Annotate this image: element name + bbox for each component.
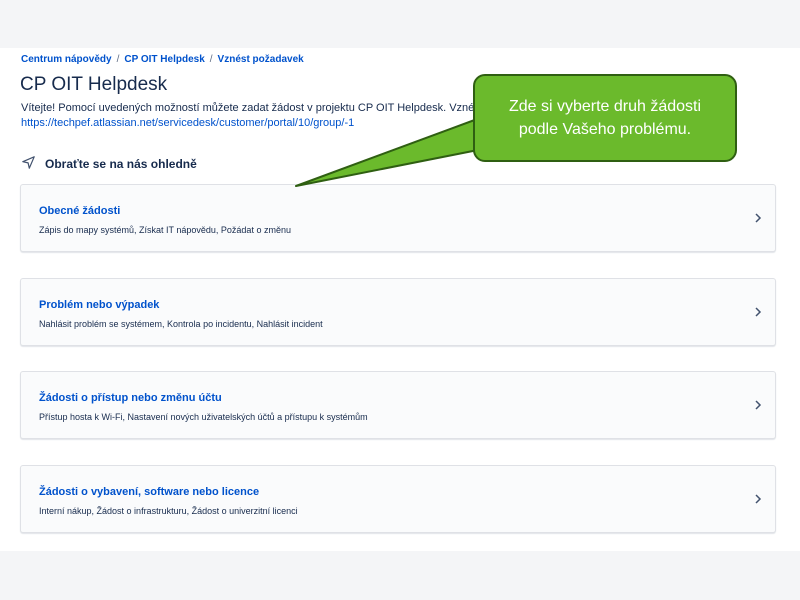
callout-bubble: Zde si vyberte druh žádosti podle Vašeho…: [473, 74, 737, 162]
callout-line-1: Zde si vyberte druh žádosti: [508, 98, 702, 115]
callout-line-2: podle Vašeho problému.: [518, 121, 692, 138]
